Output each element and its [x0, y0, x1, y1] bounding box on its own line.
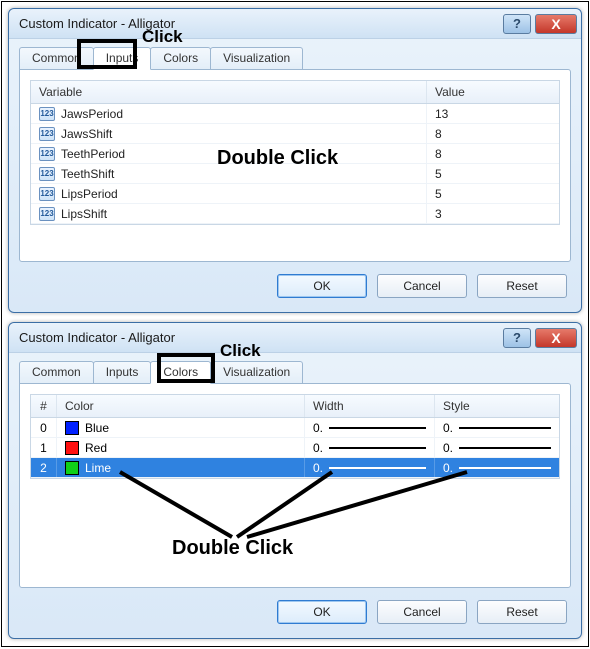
cancel-button[interactable]: Cancel	[377, 600, 467, 624]
titlebar[interactable]: Custom Indicator - Alligator ? X	[9, 323, 581, 353]
variable-name: TeethPeriod	[61, 147, 125, 161]
color-swatch	[65, 461, 79, 475]
tab-visualization[interactable]: Visualization	[210, 47, 303, 69]
col-style[interactable]: Style	[435, 395, 559, 417]
style-value[interactable]: 0.	[443, 441, 453, 455]
col-variable[interactable]: Variable	[31, 81, 427, 103]
tab-strip: Common Inputs Colors Visualization	[19, 45, 571, 69]
color-row[interactable]: 1 Red 0. 0.	[31, 438, 559, 458]
titlebar[interactable]: Custom Indicator - Alligator ? X	[9, 9, 581, 39]
close-button[interactable]: X	[535, 14, 577, 34]
tab-inputs[interactable]: Inputs	[93, 47, 152, 70]
variable-name: JawsPeriod	[61, 107, 123, 121]
grid-header: # Color Width Style	[31, 395, 559, 418]
reset-button[interactable]: Reset	[477, 600, 567, 624]
ok-button[interactable]: OK	[277, 274, 367, 298]
col-value[interactable]: Value	[427, 81, 559, 103]
width-value[interactable]: 0.	[313, 461, 323, 475]
input-row[interactable]: 123 TeethShift 5	[31, 164, 559, 184]
dialog-colors: Custom Indicator - Alligator ? X Common …	[8, 322, 582, 639]
int-icon: 123	[39, 127, 55, 141]
style-preview	[459, 427, 551, 429]
input-row[interactable]: 123 JawsShift 8	[31, 124, 559, 144]
style-value[interactable]: 0.	[443, 461, 453, 475]
color-name[interactable]: Red	[85, 441, 107, 455]
variable-name: LipsShift	[61, 207, 107, 221]
inputs-grid: Variable Value 123 JawsPeriod 13 123 JawsS…	[30, 80, 560, 225]
int-icon: 123	[39, 187, 55, 201]
inputs-panel: Variable Value 123 JawsPeriod 13 123 JawsS…	[19, 69, 571, 262]
tab-colors[interactable]: Colors	[150, 361, 211, 384]
int-icon: 123	[39, 207, 55, 221]
close-icon: X	[551, 16, 560, 32]
help-icon: ?	[513, 16, 521, 31]
help-button[interactable]: ?	[503, 14, 531, 34]
variable-value[interactable]: 3	[435, 207, 442, 221]
tab-common[interactable]: Common	[19, 47, 94, 69]
tab-common[interactable]: Common	[19, 361, 94, 383]
colors-panel: # Color Width Style 0 Blue 0. 0. 1 Red	[19, 383, 571, 588]
colors-grid: # Color Width Style 0 Blue 0. 0. 1 Red	[30, 394, 560, 479]
variable-value[interactable]: 5	[435, 187, 442, 201]
input-row[interactable]: 123 LipsPeriod 5	[31, 184, 559, 204]
variable-value[interactable]: 8	[435, 127, 442, 141]
style-value[interactable]: 0.	[443, 421, 453, 435]
ok-button[interactable]: OK	[277, 600, 367, 624]
int-icon: 123	[39, 107, 55, 121]
color-row-selected[interactable]: 2 Lime 0. 0.	[31, 458, 559, 478]
window-title: Custom Indicator - Alligator	[19, 330, 499, 345]
tab-visualization[interactable]: Visualization	[210, 361, 303, 383]
width-value[interactable]: 0.	[313, 441, 323, 455]
int-icon: 123	[39, 147, 55, 161]
cancel-button[interactable]: Cancel	[377, 274, 467, 298]
input-row[interactable]: 123 JawsPeriod 13	[31, 104, 559, 124]
help-icon: ?	[513, 330, 521, 345]
close-button[interactable]: X	[535, 328, 577, 348]
variable-value[interactable]: 13	[435, 107, 448, 121]
width-preview	[329, 447, 426, 449]
variable-name: JawsShift	[61, 127, 112, 141]
variable-name: LipsPeriod	[61, 187, 118, 201]
input-row[interactable]: 123 TeethPeriod 8	[31, 144, 559, 164]
width-value[interactable]: 0.	[313, 421, 323, 435]
color-row[interactable]: 0 Blue 0. 0.	[31, 418, 559, 438]
close-icon: X	[551, 330, 560, 346]
input-row[interactable]: 123 LipsShift 3	[31, 204, 559, 224]
tab-colors[interactable]: Colors	[150, 47, 211, 69]
int-icon: 123	[39, 167, 55, 181]
variable-name: TeethShift	[61, 167, 114, 181]
color-name[interactable]: Blue	[85, 421, 109, 435]
help-button[interactable]: ?	[503, 328, 531, 348]
row-index: 1	[40, 441, 47, 455]
variable-value[interactable]: 8	[435, 147, 442, 161]
reset-button[interactable]: Reset	[477, 274, 567, 298]
col-color[interactable]: Color	[57, 395, 305, 417]
tab-strip: Common Inputs Colors Visualization	[19, 359, 571, 383]
col-index[interactable]: #	[31, 395, 57, 417]
style-preview	[459, 467, 551, 469]
tab-inputs[interactable]: Inputs	[93, 361, 152, 383]
style-preview	[459, 447, 551, 449]
color-name[interactable]: Lime	[85, 461, 111, 475]
width-preview	[329, 427, 426, 429]
grid-header: Variable Value	[31, 81, 559, 104]
button-bar: OK Cancel Reset	[19, 262, 571, 298]
row-index: 0	[40, 421, 47, 435]
variable-value[interactable]: 5	[435, 167, 442, 181]
window-title: Custom Indicator - Alligator	[19, 16, 499, 31]
row-index: 2	[40, 461, 47, 475]
color-swatch	[65, 441, 79, 455]
color-swatch	[65, 421, 79, 435]
dialog-inputs: Custom Indicator - Alligator ? X Common …	[8, 8, 582, 313]
width-preview	[329, 467, 426, 469]
col-width[interactable]: Width	[305, 395, 435, 417]
button-bar: OK Cancel Reset	[19, 588, 571, 624]
